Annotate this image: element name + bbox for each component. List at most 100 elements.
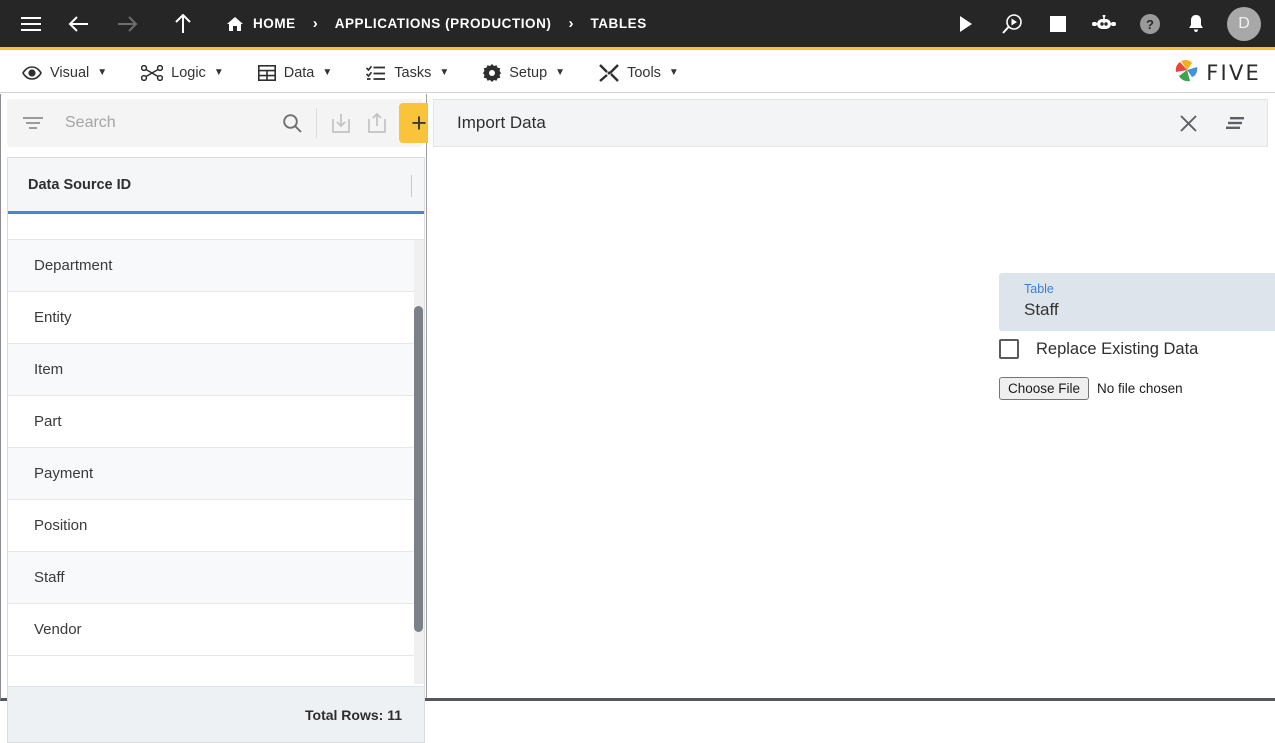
import-icon[interactable]	[323, 105, 359, 141]
menu-visual[interactable]: Visual ▼	[10, 53, 119, 92]
menu-setup-label: Setup	[509, 64, 548, 81]
search-icon[interactable]	[274, 105, 310, 141]
search-input[interactable]	[63, 113, 274, 133]
table-row[interactable]: Item	[8, 344, 424, 396]
top-bar-actions: ? D	[937, 6, 1275, 41]
panel-actions	[1157, 106, 1267, 140]
menu-tools-label: Tools	[627, 64, 661, 81]
avatar[interactable]: D	[1227, 6, 1261, 41]
chevron-down-icon: ▼	[97, 67, 108, 78]
brand-name: FIVE	[1206, 60, 1261, 85]
hamburger-icon[interactable]	[14, 7, 48, 41]
toolbar-divider	[316, 108, 317, 138]
row-label: Vendor	[34, 621, 82, 638]
menu-logic-label: Logic	[171, 64, 206, 81]
table-row[interactable]: Department	[8, 240, 424, 292]
grid-header[interactable]: Data Source ID	[8, 158, 424, 214]
table-select[interactable]: Table Staff	[999, 273, 1275, 331]
list-menu-icon[interactable]	[1219, 106, 1253, 140]
close-icon[interactable]	[1171, 106, 1205, 140]
top-bar: HOME › APPLICATIONS (PRODUCTION) › TABLE…	[0, 0, 1275, 50]
svg-text:?: ?	[1146, 17, 1154, 32]
row-label: Part	[34, 413, 62, 430]
filter-icon[interactable]	[23, 116, 43, 130]
gear-icon	[483, 63, 502, 82]
chevron-down-icon: ▼	[322, 67, 333, 78]
replace-existing-data-row: Replace Existing Data	[999, 339, 1198, 359]
notifications-icon[interactable]	[1179, 7, 1213, 41]
logic-nodes-icon	[141, 64, 164, 81]
file-upload-row: Choose File No file chosen	[999, 377, 1183, 400]
file-status-label: No file chosen	[1097, 381, 1183, 396]
bot-icon[interactable]	[1087, 7, 1121, 41]
breadcrumb-applications-label: APPLICATIONS (PRODUCTION)	[334, 16, 552, 31]
row-label: Entity	[34, 309, 72, 326]
table-grid-icon	[257, 64, 276, 81]
row-label: Position	[34, 517, 88, 534]
table-select-value: Staff	[1024, 300, 1059, 319]
grid-body: Department Entity Item Part Payment Posi…	[8, 240, 424, 684]
menu-bar: Visual ▼ Logic ▼ Data ▼ Tasks ▼ Setup ▼ …	[0, 53, 1275, 93]
chevron-down-icon: ▼	[555, 67, 566, 78]
up-button[interactable]	[166, 7, 200, 41]
chevron-down-icon: ▼	[439, 67, 450, 78]
breadcrumb-home-label: HOME	[253, 16, 296, 31]
import-data-form: Table Staff Replace Existing Data Choose…	[433, 149, 1275, 696]
row-label: Staff	[34, 569, 65, 586]
choose-file-button[interactable]: Choose File	[999, 377, 1090, 400]
table-row[interactable]: Part	[8, 396, 424, 448]
checklist-icon	[366, 65, 386, 81]
breadcrumb-home[interactable]: HOME	[226, 16, 296, 32]
grid-scrollbar-track[interactable]	[414, 240, 424, 684]
help-icon[interactable]: ?	[1133, 7, 1167, 41]
run-icon[interactable]	[949, 7, 983, 41]
menu-data[interactable]: Data ▼	[246, 53, 345, 92]
wrench-screwdriver-icon	[599, 63, 619, 82]
forward-button[interactable]	[110, 7, 144, 41]
brand-logo: FIVE	[1174, 57, 1261, 88]
five-pinwheel-icon	[1174, 57, 1200, 88]
breadcrumb-tables-label: TABLES	[590, 16, 647, 31]
table-row[interactable]: Entity	[8, 292, 424, 344]
page-title: Import Data	[457, 113, 546, 132]
back-button[interactable]	[62, 7, 96, 41]
row-label: Department	[34, 257, 113, 274]
stop-icon[interactable]	[1041, 7, 1075, 41]
left-panel: + Data Source ID Department Entity Item	[1, 94, 439, 743]
row-label: Payment	[34, 465, 94, 482]
menu-tasks[interactable]: Tasks ▼	[354, 53, 461, 92]
column-resize-handle[interactable]	[411, 175, 412, 197]
table-select-label: Table	[1024, 282, 1054, 296]
home-icon	[226, 16, 244, 32]
menu-logic[interactable]: Logic ▼	[129, 53, 236, 92]
grid-scrollbar-thumb[interactable]	[414, 306, 423, 632]
table-row[interactable]: Staff	[8, 552, 424, 604]
table-row[interactable]: Position	[8, 500, 424, 552]
breadcrumb-separator: ›	[568, 15, 574, 32]
breadcrumb-applications[interactable]: APPLICATIONS (PRODUCTION)	[335, 16, 552, 31]
menu-tools[interactable]: Tools ▼	[587, 53, 691, 92]
eye-icon	[22, 65, 42, 80]
menu-tasks-label: Tasks	[394, 64, 432, 81]
chevron-down-icon: ▼	[668, 67, 679, 78]
breadcrumb-tables[interactable]: TABLES	[590, 16, 646, 31]
table-row[interactable]: Vendor	[8, 604, 424, 656]
column-header-data-source-id: Data Source ID	[28, 176, 132, 193]
right-panel: Import Data Table Staff Replace Existing…	[428, 94, 1275, 698]
debug-icon[interactable]	[995, 7, 1029, 41]
menu-data-label: Data	[283, 64, 315, 81]
export-icon[interactable]	[359, 105, 395, 141]
table-row[interactable]: Payment	[8, 448, 424, 500]
grid-filter-row[interactable]	[8, 214, 424, 240]
replace-existing-data-label: Replace Existing Data	[1036, 339, 1199, 358]
search-toolbar: +	[7, 99, 439, 147]
row-label: Item	[34, 361, 64, 378]
grid-footer: Total Rows: 11	[8, 686, 424, 742]
workspace: + Data Source ID Department Entity Item	[0, 94, 1275, 743]
data-source-grid: Data Source ID Department Entity Item Pa…	[7, 157, 425, 743]
total-rows-label: Total Rows: 11	[305, 706, 402, 723]
replace-existing-data-checkbox[interactable]	[999, 339, 1019, 359]
chevron-down-icon: ▼	[213, 67, 224, 78]
menu-setup[interactable]: Setup ▼	[471, 53, 577, 92]
menu-visual-label: Visual	[50, 64, 90, 81]
